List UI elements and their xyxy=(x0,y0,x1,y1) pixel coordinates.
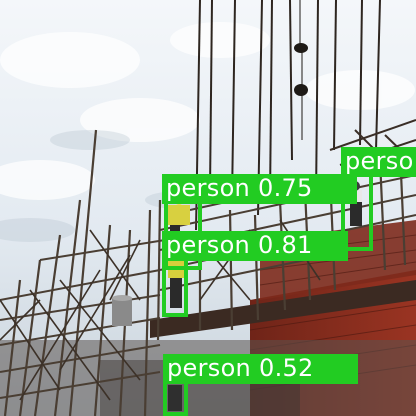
barrel xyxy=(112,295,132,326)
detection-label-4: perso xyxy=(341,147,416,177)
detection-label-2: person 0.81 xyxy=(162,231,348,261)
detection-scene: person 0.75 person 0.81 person 0.52 pers… xyxy=(0,0,416,416)
detection-label-3: person 0.52 xyxy=(163,354,358,384)
detection-label-1: person 0.75 xyxy=(162,174,357,204)
